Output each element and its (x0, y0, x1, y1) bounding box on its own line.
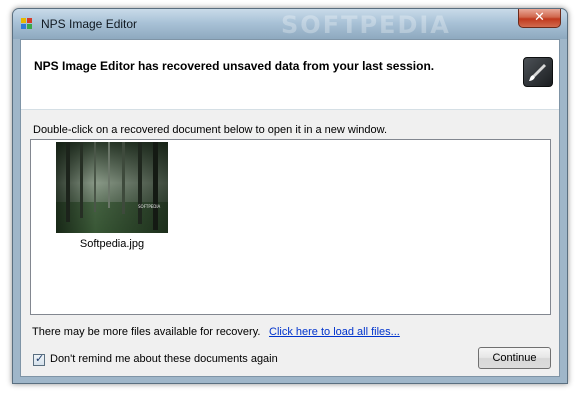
thumbnail-caption: SOFTPEDIA (138, 204, 161, 209)
remind-checkbox[interactable]: ✓ (33, 352, 45, 366)
dialog-window: NPS Image Editor SOFTPEDIA ✕ NPS Image E… (12, 8, 568, 384)
list-item[interactable]: SOFTPEDIA Softpedia.jpg (56, 142, 170, 252)
title-bar[interactable]: NPS Image Editor SOFTPEDIA ✕ (13, 9, 567, 39)
header-message: NPS Image Editor has recovered unsaved d… (34, 59, 435, 73)
app-icon (21, 18, 33, 30)
remind-checkbox-label[interactable]: Don't remind me about these documents ag… (50, 353, 278, 365)
dialog-body: NPS Image Editor has recovered unsaved d… (20, 39, 560, 377)
document-thumbnail[interactable]: SOFTPEDIA (56, 142, 168, 233)
more-files-text: There may be more files available for re… (32, 326, 261, 338)
checkmark-icon: ✓ (35, 352, 45, 365)
close-button[interactable]: ✕ (518, 9, 561, 28)
load-all-files-link[interactable]: Click here to load all files... (269, 326, 400, 338)
window-title: NPS Image Editor (41, 17, 138, 31)
brush-icon (523, 57, 553, 87)
recovered-documents-list[interactable]: SOFTPEDIA Softpedia.jpg (30, 139, 551, 315)
instruction-text: Double-click on a recovered document bel… (33, 124, 388, 136)
document-name: Softpedia.jpg (79, 238, 145, 250)
watermark: SOFTPEDIA (281, 11, 451, 39)
continue-button[interactable]: Continue (478, 347, 551, 369)
dialog-header: NPS Image Editor has recovered unsaved d… (21, 40, 559, 110)
